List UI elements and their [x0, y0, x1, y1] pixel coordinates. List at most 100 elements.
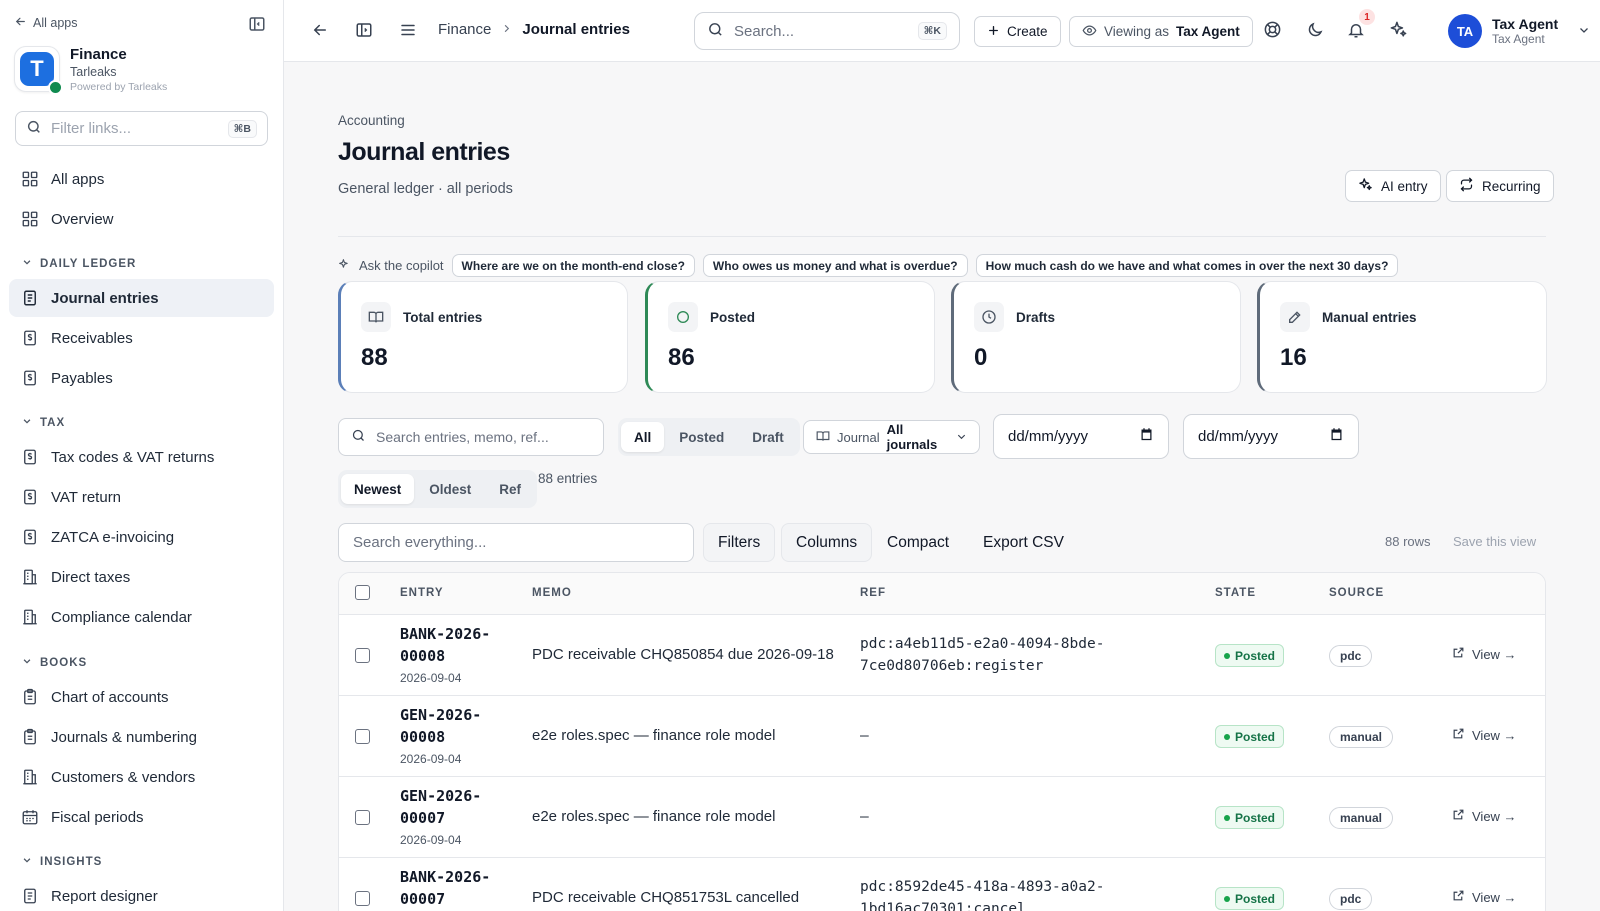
table-row[interactable]: GEN-2026- 00008 2026-09-04 e2e roles.spec…: [339, 696, 1545, 777]
column-header-ref[interactable]: REF: [860, 587, 886, 599]
sidebar-item-compliance-calendar[interactable]: Compliance calendar: [9, 598, 274, 636]
menu-button[interactable]: [396, 19, 420, 43]
stat-value: 0: [974, 344, 988, 371]
calendar-icon: [1139, 427, 1154, 446]
columns-button[interactable]: Columns: [781, 523, 873, 562]
table-row[interactable]: BANK-2026- 00007 PDC receivable CHQ851753…: [339, 858, 1545, 911]
sidebar-item-fiscal-periods[interactable]: Fiscal periods: [9, 798, 274, 836]
entry-ref: –: [860, 728, 869, 744]
entry-memo: e2e roles.spec — finance role model: [532, 727, 776, 744]
entry-id[interactable]: BANK-2026- 00007: [400, 866, 510, 910]
breadcrumb-finance[interactable]: Finance: [438, 21, 491, 38]
date-from-placeholder: dd/mm/yyyy: [1008, 428, 1089, 445]
sidebar-item-payables[interactable]: Payables: [9, 359, 274, 397]
sidebar-item-zatca-e-invoicing[interactable]: ZATCA e-invoicing: [9, 518, 274, 556]
row-checkbox[interactable]: [355, 648, 370, 663]
recurring-label: Recurring: [1482, 178, 1541, 194]
table-row[interactable]: BANK-2026- 00008 2026-09-04 PDC receivabl…: [339, 615, 1545, 696]
sidebar-section-tax[interactable]: TAX: [22, 416, 65, 429]
ai-entry-label: AI entry: [1381, 178, 1428, 194]
circle-icon: [668, 302, 698, 332]
sidebar-item-journals-numbering[interactable]: Journals & numbering: [9, 718, 274, 756]
section-title: DAILY LEDGER: [40, 257, 137, 270]
entry-id[interactable]: GEN-2026- 00008: [400, 704, 510, 748]
journal-select[interactable]: Journal All journals: [803, 420, 980, 454]
column-header-source[interactable]: SOURCE: [1329, 587, 1384, 599]
select-all-checkbox[interactable]: [355, 585, 370, 600]
copilot-suggestion-chip[interactable]: How much cash do we have and what comes …: [975, 254, 1399, 277]
date-to-input[interactable]: dd/mm/yyyy: [1183, 414, 1359, 459]
sidebar-item-all-apps[interactable]: All apps: [9, 160, 274, 198]
source-badge: manual: [1329, 726, 1394, 748]
sort-oldest[interactable]: Oldest: [416, 474, 484, 504]
breadcrumb: Finance Journal entries: [438, 21, 630, 38]
sidebar-section-insights[interactable]: INSIGHTS: [22, 855, 102, 868]
column-header-entry[interactable]: ENTRY: [400, 587, 444, 599]
toggle-panel-button[interactable]: [352, 19, 376, 43]
ai-assistant-button[interactable]: [1386, 19, 1410, 43]
sidebar-item-overview[interactable]: Overview: [9, 200, 274, 238]
view-entry-link[interactable]: View →: [1452, 808, 1517, 824]
sidebar-item-report-designer[interactable]: Report designer: [9, 877, 274, 911]
table-search-placeholder: Search everything...: [353, 534, 487, 551]
viewing-as-value: Tax Agent: [1176, 24, 1240, 39]
compact-button[interactable]: Compact: [873, 523, 963, 562]
entry-id[interactable]: BANK-2026- 00008: [400, 623, 510, 667]
status-filter-posted[interactable]: Posted: [666, 422, 737, 452]
status-filter-all[interactable]: All: [621, 422, 665, 452]
theme-toggle-button[interactable]: [1303, 19, 1327, 43]
status-filter-draft[interactable]: Draft: [739, 422, 797, 452]
stat-value: 86: [668, 344, 695, 371]
entries-search-input[interactable]: Search entries, memo, ref...: [338, 418, 604, 456]
collapse-sidebar-button[interactable]: [246, 14, 268, 36]
entry-date: 2026-09-04: [400, 833, 462, 847]
entry-id[interactable]: GEN-2026- 00007: [400, 785, 510, 829]
all-apps-back-link[interactable]: All apps: [14, 15, 77, 31]
column-header-state[interactable]: STATE: [1215, 587, 1256, 599]
date-from-input[interactable]: dd/mm/yyyy: [993, 414, 1169, 459]
filters-button[interactable]: Filters: [703, 523, 776, 562]
help-button[interactable]: [1260, 19, 1284, 43]
row-checkbox[interactable]: [355, 891, 370, 906]
sidebar-section-daily-ledger[interactable]: DAILY LEDGER: [22, 257, 136, 270]
status-filter-segmented: All Posted Draft: [618, 418, 800, 456]
table-search-input[interactable]: Search everything...: [338, 523, 694, 562]
dollar-document-icon: [21, 329, 39, 347]
view-entry-link[interactable]: View →: [1452, 889, 1517, 905]
sort-ref[interactable]: Ref: [486, 474, 534, 504]
sidebar-item-journal-entries[interactable]: Journal entries: [9, 279, 274, 317]
sidebar-item-chart-of-accounts[interactable]: Chart of accounts: [9, 678, 274, 716]
recurring-button[interactable]: Recurring: [1446, 170, 1554, 202]
stat-card-posted: Posted 86: [645, 281, 935, 393]
save-view-button[interactable]: Save this view: [1453, 534, 1536, 549]
topbar: Finance Journal entries Search... ⌘K Cre…: [284, 0, 1600, 62]
export-csv-button[interactable]: Export CSV: [969, 523, 1078, 562]
user-menu[interactable]: TA Tax Agent Tax Agent: [1448, 14, 1590, 48]
sidebar-section-books[interactable]: BOOKS: [22, 656, 87, 669]
copilot-suggestion-chip[interactable]: Where are we on the month-end close?: [451, 254, 695, 277]
sort-newest[interactable]: Newest: [341, 474, 415, 504]
row-checkbox[interactable]: [355, 810, 370, 825]
calendar-icon: [1329, 427, 1344, 446]
ai-entry-button[interactable]: AI entry: [1345, 170, 1441, 202]
column-header-memo[interactable]: MEMO: [532, 587, 572, 599]
sidebar-item-direct-taxes[interactable]: Direct taxes: [9, 558, 274, 596]
search-shortcut-hint: ⌘K: [917, 22, 947, 40]
back-button[interactable]: [308, 19, 332, 43]
sidebar-item-vat-return[interactable]: VAT return: [9, 478, 274, 516]
global-search-input[interactable]: Search... ⌘K: [694, 12, 960, 50]
table-row[interactable]: GEN-2026- 00007 2026-09-04 e2e roles.spec…: [339, 777, 1545, 858]
sidebar-item-receivables[interactable]: Receivables: [9, 319, 274, 357]
filter-links-input[interactable]: Filter links... ⌘B: [15, 111, 268, 146]
row-checkbox[interactable]: [355, 729, 370, 744]
journal-select-label: Journal: [837, 429, 880, 445]
view-entry-link[interactable]: View →: [1452, 646, 1517, 662]
sidebar-item-tax-codes[interactable]: Tax codes & VAT returns: [9, 438, 274, 476]
sidebar-item-customers-vendors[interactable]: Customers & vendors: [9, 758, 274, 796]
viewing-as-button[interactable]: Viewing as Tax Agent: [1069, 16, 1253, 47]
copilot-suggestion-chip[interactable]: Who owes us money and what is overdue?: [702, 254, 968, 277]
create-button[interactable]: Create: [974, 16, 1061, 47]
brand: T Finance Tarleaks Powered by Tarleaks: [14, 46, 167, 95]
dollar-document-icon: [21, 488, 39, 506]
view-entry-link[interactable]: View →: [1452, 727, 1517, 743]
